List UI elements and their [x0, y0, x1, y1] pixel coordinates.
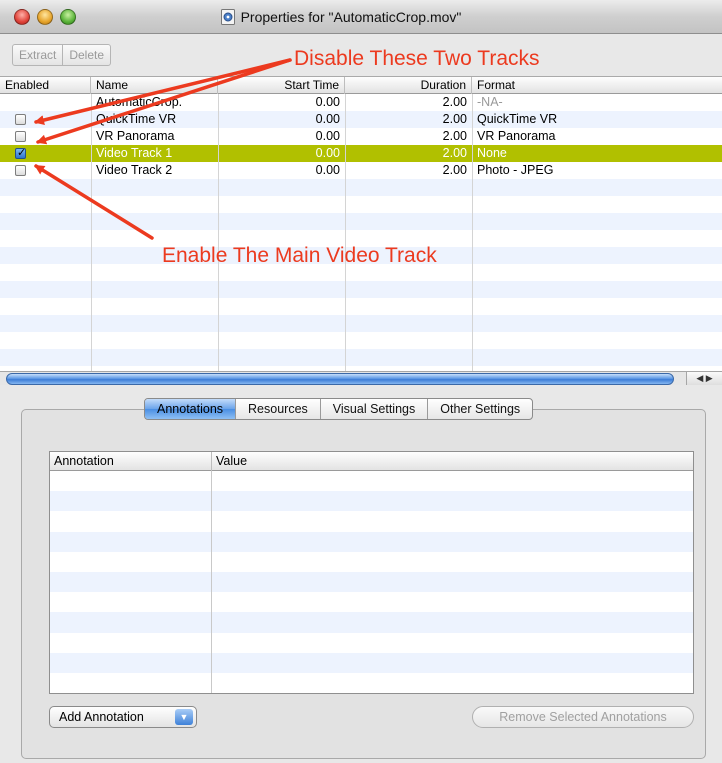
- track-format: Photo - JPEG: [477, 163, 554, 177]
- track-name: Video Track 1: [96, 146, 173, 160]
- track-enabled-checkbox[interactable]: [15, 114, 26, 125]
- track-name: VR Panorama: [96, 129, 175, 143]
- annotations-table-body: [50, 471, 693, 693]
- tracks-table-header: Enabled Name Start Time Duration Format: [0, 77, 722, 94]
- extract-button[interactable]: Extract: [13, 45, 62, 65]
- track-start-time: 0.00: [315, 146, 340, 160]
- tab-visual-settings[interactable]: Visual Settings: [321, 399, 429, 419]
- empty-track-row: [0, 196, 722, 213]
- column-header-value[interactable]: Value: [211, 452, 693, 471]
- track-duration: 2.00: [442, 129, 467, 143]
- track-enabled-checkbox[interactable]: [15, 165, 26, 176]
- tab-annotations[interactable]: Annotations: [145, 399, 237, 419]
- annotations-table-header: Annotation Value: [50, 452, 693, 471]
- tracks-horizontal-scrollbar[interactable]: ◀ ▶: [0, 371, 722, 386]
- track-format: VR Panorama: [477, 129, 556, 143]
- empty-track-row: [0, 298, 722, 315]
- track-start-time: 0.00: [315, 95, 340, 109]
- empty-track-row: [0, 332, 722, 349]
- track-row[interactable]: VR Panorama 0.00 2.00 VR Panorama: [0, 128, 722, 145]
- delete-button[interactable]: Delete: [62, 45, 110, 65]
- annotations-table[interactable]: Annotation Value: [49, 451, 694, 694]
- track-format: -NA-: [477, 95, 503, 109]
- column-header-annotation[interactable]: Annotation: [50, 452, 211, 471]
- track-name: Video Track 2: [96, 163, 173, 177]
- add-annotation-popup-button[interactable]: Add Annotation ▼: [49, 706, 197, 728]
- column-header-duration[interactable]: Duration: [345, 77, 472, 94]
- column-header-name[interactable]: Name: [91, 77, 218, 94]
- callout-enable-text: Enable The Main Video Track: [162, 244, 437, 267]
- empty-track-row: [0, 281, 722, 298]
- tab-bar: Annotations Resources Visual Settings Ot…: [144, 398, 534, 420]
- chevron-down-icon: ▼: [175, 709, 193, 725]
- track-duration: 2.00: [442, 163, 467, 177]
- track-enabled-checkbox[interactable]: [15, 131, 26, 142]
- scrollbar-thumb[interactable]: [6, 373, 674, 385]
- scroll-arrows[interactable]: ◀ ▶: [686, 372, 722, 386]
- empty-track-row: [0, 179, 722, 196]
- empty-track-row: [0, 349, 722, 366]
- track-start-time: 0.00: [315, 112, 340, 126]
- track-format: None: [477, 146, 507, 160]
- window-title: Properties for "AutomaticCrop.mov": [240, 9, 462, 25]
- add-annotation-label: Add Annotation: [59, 710, 144, 724]
- track-duration: 2.00: [442, 112, 467, 126]
- track-start-time: 0.00: [315, 163, 340, 177]
- callout-disable-text: Disable These Two Tracks: [294, 47, 540, 70]
- title-bar: Properties for "AutomaticCrop.mov": [0, 0, 722, 34]
- track-name: AutomaticCrop.: [96, 95, 183, 109]
- track-duration: 2.00: [442, 146, 467, 160]
- tab-other-settings[interactable]: Other Settings: [428, 399, 532, 419]
- track-actions-group: Extract Delete: [12, 44, 112, 66]
- track-row[interactable]: QuickTime VR 0.00 2.00 QuickTime VR: [0, 111, 722, 128]
- movie-document-icon: [220, 9, 235, 25]
- settings-panel: Annotations Resources Visual Settings Ot…: [0, 385, 722, 763]
- column-header-start-time[interactable]: Start Time: [218, 77, 345, 94]
- track-format: QuickTime VR: [477, 112, 558, 126]
- track-name: QuickTime VR: [96, 112, 177, 126]
- column-header-enabled[interactable]: Enabled: [0, 77, 91, 94]
- column-header-format[interactable]: Format: [472, 77, 722, 94]
- tab-resources[interactable]: Resources: [236, 399, 321, 419]
- track-start-time: 0.00: [315, 129, 340, 143]
- track-enabled-checkbox[interactable]: [15, 146, 26, 159]
- tracks-table: Enabled Name Start Time Duration Format …: [0, 76, 722, 371]
- empty-track-row: [0, 315, 722, 332]
- remove-selected-annotations-button[interactable]: Remove Selected Annotations: [472, 706, 694, 728]
- track-row[interactable]: Video Track 1 0.00 2.00 None: [0, 145, 722, 162]
- track-duration: 2.00: [442, 95, 467, 109]
- track-row[interactable]: Video Track 2 0.00 2.00 Photo - JPEG: [0, 162, 722, 179]
- tracks-table-body: AutomaticCrop. 0.00 2.00 -NA- QuickTime VR 0.…: [0, 94, 722, 372]
- track-row[interactable]: AutomaticCrop. 0.00 2.00 -NA-: [0, 94, 722, 111]
- empty-track-row: [0, 213, 722, 230]
